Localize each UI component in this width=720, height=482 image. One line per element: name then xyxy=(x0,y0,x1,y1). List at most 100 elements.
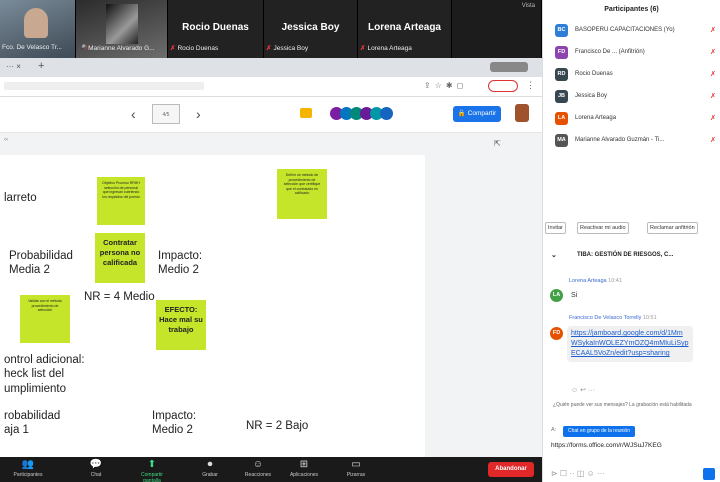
chat-input-tools: ⊳ ☐ ·· ◫ ☺ ··· xyxy=(543,466,720,482)
video-tile[interactable]: Rocio Duenas ✗ Rocio Duenas xyxy=(168,0,264,58)
reactions-icon: ☺ xyxy=(252,459,264,470)
jam-subbar: ‹‹ ⇱ xyxy=(0,133,542,155)
share-button[interactable]: 🔒 Compartir xyxy=(453,106,501,122)
window-controls[interactable] xyxy=(490,62,528,72)
participant-name: Lorena Arteaga xyxy=(575,115,617,121)
subbar-label: ‹‹ xyxy=(4,137,8,143)
sticky-note[interactable]: Objetivo Proceso RRHH selección de perso… xyxy=(97,177,145,225)
text-5: ontrol adicional: heck list del umplimie… xyxy=(4,354,85,395)
menu-icon[interactable]: ⋮ xyxy=(526,80,535,91)
chat-button[interactable]: 💬 Chat xyxy=(76,459,116,478)
to-label: A: xyxy=(551,427,557,433)
jamboard-canvas[interactable]: larreto Probabilidad Media 2 Impacto: Me… xyxy=(0,155,425,457)
chat-input[interactable]: https://forms.office.com/r/WJSuJ7KEG xyxy=(551,442,662,449)
tile-title: Jessica Boy xyxy=(281,22,340,33)
participant-row[interactable]: RD Rocio Duenas ✗ xyxy=(543,64,720,86)
send-button[interactable] xyxy=(703,468,715,480)
frame-thumbnail[interactable]: 4/5 xyxy=(152,104,180,124)
shared-screen: Fco. De Velasco Tr... 🎤̸ Marianne Alvarad… xyxy=(0,0,542,482)
new-tab-icon[interactable]: + xyxy=(38,60,44,72)
participants-title: Participantes (6) xyxy=(604,6,659,13)
leave-button[interactable]: Abandonar xyxy=(488,462,534,477)
browser-tabbar: ··· × + xyxy=(0,58,542,77)
text-6: robabilidad aja 1 xyxy=(4,410,61,437)
chat-recipient-select[interactable]: Chat en grupo de la reunión xyxy=(563,426,635,437)
sticky-note[interactable]: EFECTO: Hace mal su trabajo xyxy=(156,300,206,350)
participants-list: BC BASOPERU CAPACITACIONES (Yo) ✗ FD Francis… xyxy=(543,20,720,152)
profile-button[interactable] xyxy=(488,80,518,92)
chat-header: ⌄ TIBA: GESTIÓN DE RIESGOS, C... xyxy=(551,251,674,259)
muted-mic-icon[interactable]: ✗ xyxy=(710,48,716,56)
tile-name: 🎤̸ Marianne Alvarado G... xyxy=(78,45,155,52)
participant-name: Rocio Duenas xyxy=(575,71,613,77)
apps-button[interactable]: ⊞ Aplicaciones xyxy=(284,459,324,478)
canvas-margin xyxy=(425,155,542,457)
tile-name: ✗ Lorena Arteaga xyxy=(360,45,412,52)
claim-host-button[interactable]: Reclamar anfitrión xyxy=(647,222,698,234)
video-tile[interactable]: Lorena Arteaga ✗ Lorena Arteaga xyxy=(358,0,452,58)
next-frame-icon[interactable]: › xyxy=(196,106,201,122)
muted-mic-icon[interactable]: ✗ xyxy=(710,92,716,100)
reactions-button[interactable]: ☺ Reacciones xyxy=(238,459,278,478)
tile-name: Fco. De Velasco Tr... xyxy=(2,44,62,51)
video-strip: Fco. De Velasco Tr... 🎤̸ Marianne Alvarad… xyxy=(0,0,542,58)
muted-mic-icon[interactable]: ✗ xyxy=(710,114,716,122)
reaction-icons[interactable]: ☺ ↩ ··· xyxy=(571,386,595,394)
avatar: LA xyxy=(550,289,563,302)
sticky-note[interactable]: Definir un método de procedimiento de se… xyxy=(277,169,327,219)
video-tile[interactable]: Fco. De Velasco Tr... xyxy=(0,0,76,58)
avatar[interactable] xyxy=(515,104,529,122)
record-button[interactable]: ⏺ Grabar xyxy=(190,459,230,478)
participant-name: Marianne Alvarado Guzmán - Ti... xyxy=(575,137,665,143)
video-tile[interactable]: 🎤̸ Marianne Alvarado G... xyxy=(76,0,168,58)
text-7: Impacto: Medio 2 xyxy=(152,410,197,437)
record-icon: ⏺ xyxy=(207,459,213,470)
participant-row[interactable]: LA Lorena Arteaga ✗ xyxy=(543,108,720,130)
msg-author: Lorena Arteaga 10:41 xyxy=(569,278,622,284)
collaborator-avatars[interactable] xyxy=(330,107,404,120)
prev-frame-icon[interactable]: ‹ xyxy=(131,106,136,122)
sticky-note[interactable]: Validar con el método procedimiento de s… xyxy=(20,295,70,343)
avatar: BC xyxy=(555,24,568,37)
tile-title: Rocio Duenas xyxy=(182,22,249,33)
invite-button[interactable]: Invitar xyxy=(545,222,566,234)
share-screen-button[interactable]: ⬆ Compartir pantalla xyxy=(132,459,172,482)
avatar: RD xyxy=(555,68,568,81)
text-8: NR = 2 Bajo xyxy=(246,420,309,432)
video-tile-empty: Vista xyxy=(452,0,542,58)
muted-mic-icon: 🎤̸ xyxy=(78,45,87,52)
address-bar[interactable]: ⇪☆✱◻ ⋮ xyxy=(0,77,542,97)
text-4: NR = 4 Medio xyxy=(84,291,155,303)
format-icons[interactable]: ⊳ ☐ ·· ◫ ☺ ··· xyxy=(551,469,605,478)
video-tile[interactable]: Jessica Boy ✗ Jessica Boy xyxy=(264,0,358,58)
whiteboards-button[interactable]: ▭ Pizarras xyxy=(336,459,376,478)
jam-icon xyxy=(300,108,312,118)
browser-icons[interactable]: ⇪☆✱◻ xyxy=(424,81,467,90)
participant-row[interactable]: BC BASOPERU CAPACITACIONES (Yo) ✗ xyxy=(543,20,720,42)
chat-visibility-note: ¿Quién puede ver sus mensajes? La grabac… xyxy=(553,402,692,408)
apps-icon: ⊞ xyxy=(299,459,309,470)
participant-name: BASOPERU CAPACITACIONES (Yo) xyxy=(575,27,675,33)
msg-text: Si xyxy=(571,292,578,299)
avatar: LA xyxy=(555,112,568,125)
sticky-note[interactable]: Contratar persona no calificada xyxy=(95,233,145,283)
participant-name: Jessica Boy xyxy=(575,93,608,99)
unmute-button[interactable]: Reactivar mi audio xyxy=(577,222,629,234)
muted-mic-icon[interactable]: ✗ xyxy=(710,70,716,78)
muted-mic-icon[interactable]: ✗ xyxy=(710,26,716,34)
text-3: Impacto: Medio 2 xyxy=(158,250,203,277)
tab-close-icon[interactable]: ··· × xyxy=(6,62,21,71)
muted-mic-icon[interactable]: ✗ xyxy=(710,136,716,144)
view-button[interactable]: Vista xyxy=(522,3,535,9)
participant-row[interactable]: JB Jessica Boy ✗ xyxy=(543,86,720,108)
participant-row[interactable]: MA Marianne Alvarado Guzmán - Ti... ✗ xyxy=(543,130,720,152)
people-icon: 👥 xyxy=(21,459,35,470)
person-thumbnail xyxy=(106,4,138,44)
participants-button[interactable]: 👥 Participantes xyxy=(8,459,48,478)
collapse-icon[interactable]: ⌄ xyxy=(551,251,557,259)
chat-icon: 💬 xyxy=(89,459,103,470)
url-field[interactable] xyxy=(4,82,204,90)
msg-link[interactable]: https://jamboard.google.com/d/1MmWSykaIn… xyxy=(567,326,693,363)
participant-row[interactable]: FD Francisco De ... (Anfitrión) ✗ xyxy=(543,42,720,64)
participant-name: Francisco De ... (Anfitrión) xyxy=(575,49,645,55)
